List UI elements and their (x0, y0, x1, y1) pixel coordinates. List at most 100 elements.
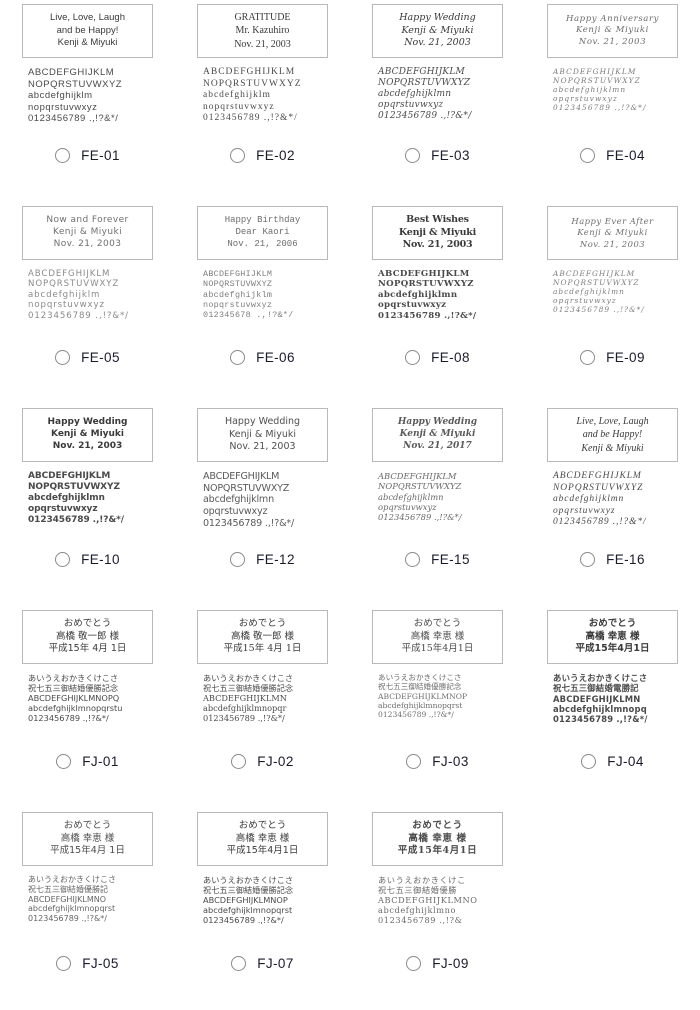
font-preview-box: おめでとう 高橋 敬一郎 様平成15年 4月 1日 (22, 610, 153, 664)
preview-line: おめでとう (588, 618, 637, 630)
font-option-fe-15[interactable]: Happy Wedding Kenji & Miyuki Nov. 21, 2017… (350, 404, 525, 606)
font-option-fj-07[interactable]: おめでとう 高橋 幸恵 様平成15年4月1日 あいうえおかきくけこさ 祝七五三御結婚優… (175, 808, 350, 1010)
font-choice-row[interactable]: FE-03 (350, 148, 525, 163)
font-option-fj-09[interactable]: おめでとう 高橋 幸恵 様平成15年4月1日 あいうえおかきくけこ 祝七五三御結婚優勝… (350, 808, 525, 1010)
font-code-label[interactable]: FE-12 (256, 552, 295, 567)
radio-button-icon[interactable] (230, 350, 246, 365)
radio-button-icon[interactable] (405, 350, 421, 365)
sample-line: abcdefghijklmn (28, 492, 105, 503)
font-option-fe-16[interactable]: Live, Love, Laugh and be Happy! Kenji & Mi… (525, 404, 700, 606)
font-code-label[interactable]: FE-16 (606, 552, 645, 567)
font-option-fj-03[interactable]: おめでとう 高橋 幸恵 様平成15年4月1日 あいうえおかきくけこさ 祝七五三御結婚優… (350, 606, 525, 808)
preview-line: Kenji & Miyuki (398, 226, 477, 238)
font-code-label[interactable]: FE-01 (81, 148, 120, 163)
font-option-fe-04[interactable]: Happy Anniversary Kenji & Miyuki Nov. 21, … (525, 0, 700, 202)
sample-line: 祝七五三御結婚優勝記念 (28, 683, 119, 693)
radio-button-icon[interactable] (406, 754, 422, 769)
font-option-fj-05[interactable]: おめでとう 高橋 幸恵 様平成15年4月 1日 あいうえおかきくけこさ 祝七五三御結婚… (0, 808, 175, 1010)
font-choice-row[interactable]: FE-05 (0, 350, 175, 365)
sample-line: abcdefghijklmnopqrst (203, 905, 293, 915)
font-option-fj-01[interactable]: おめでとう 高橋 敬一郎 様平成15年 4月 1日 あいうえおかきくけこさ 祝七五三御… (0, 606, 175, 808)
font-preview-box: Best Wishes Kenji & Miyuki Nov. 21, 2003 (372, 206, 503, 260)
font-choice-row[interactable]: FE-06 (175, 350, 350, 365)
preview-line: おめでとう (412, 820, 463, 832)
font-code-label[interactable]: FJ-07 (257, 956, 294, 971)
font-code-label[interactable]: FE-09 (606, 350, 645, 365)
font-option-fe-01[interactable]: Live, Love, Laugh and be Happy! Kenji & Mi… (0, 0, 175, 202)
font-choice-row[interactable]: FE-15 (350, 552, 525, 567)
font-preview-box: おめでとう 高橋 幸恵 様平成15年4月1日 (547, 610, 678, 664)
font-choice-row[interactable]: FJ-04 (525, 754, 700, 769)
font-choice-row[interactable]: FJ-05 (0, 956, 175, 971)
radio-button-icon[interactable] (580, 148, 596, 163)
radio-button-icon[interactable] (231, 754, 247, 769)
sample-line: 0123456789 .,!?&*/ (378, 110, 472, 121)
font-choice-row[interactable]: FJ-01 (0, 754, 175, 769)
font-choice-row[interactable]: FE-02 (175, 148, 350, 163)
font-code-label[interactable]: FJ-09 (432, 956, 469, 971)
radio-button-icon[interactable] (55, 350, 71, 365)
font-code-label[interactable]: FJ-01 (82, 754, 119, 769)
font-choice-row[interactable]: FE-09 (525, 350, 700, 365)
sample-line: 0123456789 .,!?&*/ (28, 914, 107, 923)
sample-line: 0123456789 .,!?&*/ (203, 517, 295, 529)
font-code-label[interactable]: FJ-04 (607, 754, 644, 769)
preview-line: Live, Love, Laugh (576, 416, 649, 428)
sample-line: NOPQRSTUVWXYZ (203, 279, 273, 290)
font-code-label[interactable]: FE-06 (256, 350, 295, 365)
radio-button-icon[interactable] (56, 956, 72, 971)
preview-line: 高橋 幸恵 様 (410, 630, 465, 642)
font-code-label[interactable]: FJ-05 (82, 956, 119, 971)
sample-line: opqrstuvwxyz (553, 505, 616, 516)
font-option-fe-06[interactable]: Happy Birthday Dear Kaori Nov. 21, 2006 ABC… (175, 202, 350, 404)
sample-line: abcdefghijklmnopqrstu (28, 703, 123, 713)
sample-line: abcdefghijklm (203, 90, 271, 101)
font-choice-row[interactable]: FE-10 (0, 552, 175, 567)
font-choice-row[interactable]: FE-04 (525, 148, 700, 163)
radio-button-icon[interactable] (405, 148, 421, 163)
character-sample: ABCDEFGHIJKLMNOPQRSTUVWXYZabcdefghijklmn… (372, 471, 503, 522)
radio-button-icon[interactable] (231, 956, 247, 971)
preview-line: おめでとう (238, 618, 287, 630)
character-sample: ABCDEFGHIJKLMNOPQRSTUVWXYZabcdefghijklmn… (22, 471, 153, 526)
font-code-label[interactable]: FE-15 (431, 552, 470, 567)
font-code-label[interactable]: FE-05 (81, 350, 120, 365)
font-option-fj-04[interactable]: おめでとう 高橋 幸恵 様平成15年4月1日 あいうえおかきくけこさ 祝七五三御結婚電… (525, 606, 700, 808)
font-code-label[interactable]: FE-02 (256, 148, 295, 163)
font-code-label[interactable]: FE-10 (81, 552, 120, 567)
font-choice-row[interactable]: FJ-02 (175, 754, 350, 769)
radio-button-icon[interactable] (580, 350, 596, 365)
font-option-fe-05[interactable]: Now and Forever Kenji & Miyuki Nov. 21, 20… (0, 202, 175, 404)
font-option-fj-02[interactable]: おめでとう 高橋 敬一郎 様平成15年 4月 1日 あいうえおかきくけこさ 祝七五三御… (175, 606, 350, 808)
font-choice-row[interactable]: FE-12 (175, 552, 350, 567)
font-preview-box: Happy Wedding Kenji & Miyuki Nov. 21, 2003 (197, 408, 328, 462)
font-option-fe-02[interactable]: GRATITUDE Mr. Kazuhiro Nov. 21, 2003 ABCDEF… (175, 0, 350, 202)
radio-button-icon[interactable] (55, 148, 71, 163)
radio-button-icon[interactable] (581, 754, 597, 769)
radio-button-icon[interactable] (405, 552, 421, 567)
font-code-label[interactable]: FE-03 (431, 148, 470, 163)
font-code-label[interactable]: FE-08 (431, 350, 470, 365)
font-choice-row[interactable]: FJ-07 (175, 956, 350, 971)
font-option-fe-08[interactable]: Best Wishes Kenji & Miyuki Nov. 21, 2003 AB… (350, 202, 525, 404)
font-choice-row[interactable]: FE-01 (0, 148, 175, 163)
font-choice-row[interactable]: FE-16 (525, 552, 700, 567)
radio-button-icon[interactable] (230, 552, 246, 567)
font-choice-row[interactable]: FJ-09 (350, 956, 525, 971)
radio-button-icon[interactable] (56, 754, 72, 769)
font-option-fe-10[interactable]: Happy Wedding Kenji & Miyuki Nov. 21, 2003… (0, 404, 175, 606)
font-option-fe-12[interactable]: Happy Wedding Kenji & Miyuki Nov. 21, 2003… (175, 404, 350, 606)
radio-button-icon[interactable] (230, 148, 246, 163)
font-code-label[interactable]: FE-04 (606, 148, 645, 163)
font-option-fe-09[interactable]: Happy Ever After Kenji & Miyuki Nov. 21, 2… (525, 202, 700, 404)
radio-button-icon[interactable] (55, 552, 71, 567)
radio-button-icon[interactable] (406, 956, 422, 971)
font-option-fe-03[interactable]: Happy Wedding Kenji & Miyuki Nov. 21, 2003… (350, 0, 525, 202)
font-code-label[interactable]: FJ-02 (257, 754, 294, 769)
font-choice-row[interactable]: FJ-03 (350, 754, 525, 769)
preview-line: Kenji & Miyuki (401, 24, 474, 36)
font-code-label[interactable]: FJ-03 (432, 754, 469, 769)
radio-button-icon[interactable] (580, 552, 596, 567)
character-sample: ABCDEFGHIJKLMNOPQRSTUVWXYZabcdefghijklmn… (372, 269, 503, 321)
font-choice-row[interactable]: FE-08 (350, 350, 525, 365)
